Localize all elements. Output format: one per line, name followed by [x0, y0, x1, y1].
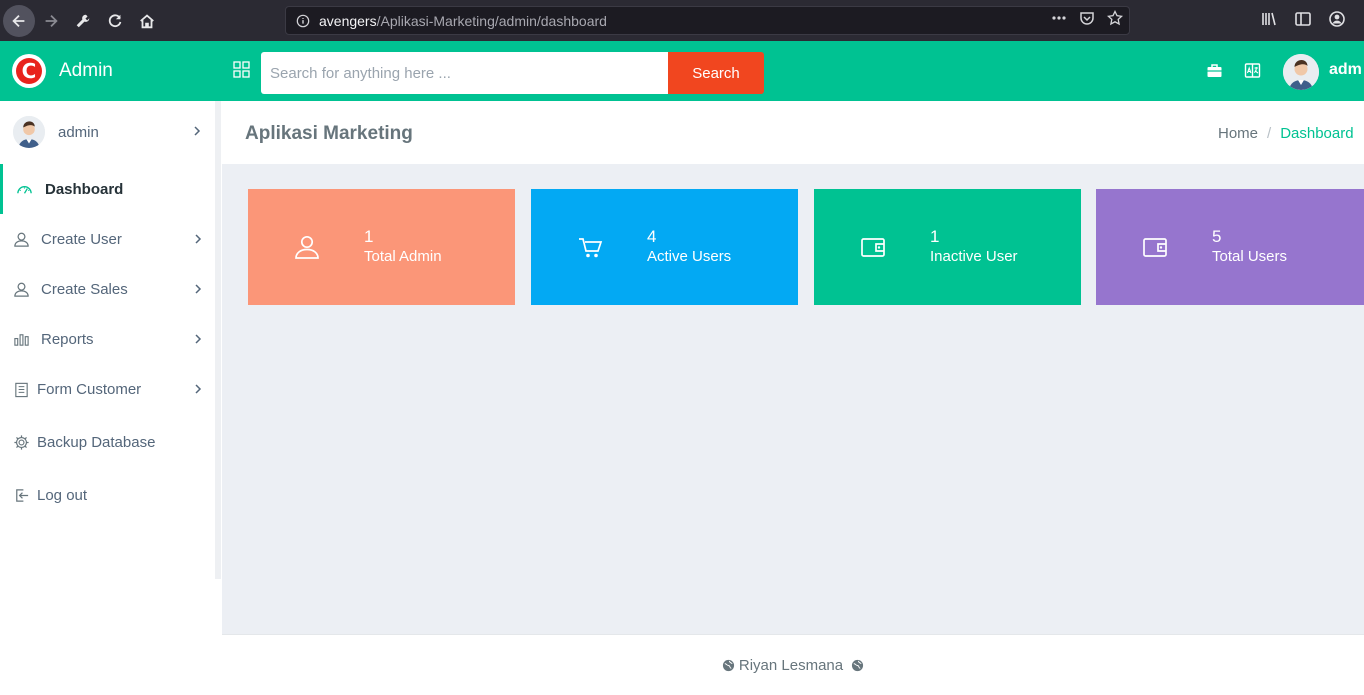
grid-menu-icon[interactable]	[233, 61, 250, 83]
brand-logo-icon: C	[12, 54, 46, 88]
stat-label: Inactive User	[930, 248, 1018, 265]
bar-chart-icon	[13, 330, 31, 348]
sidebar-avatar	[13, 116, 45, 148]
stat-label: Active Users	[647, 248, 732, 265]
stat-label: Total Admin	[364, 248, 442, 265]
more-dots-icon[interactable]	[1051, 10, 1067, 31]
briefcase-icon[interactable]	[1206, 62, 1223, 84]
stat-value: 1	[364, 227, 374, 246]
back-arrow-icon[interactable]	[3, 4, 35, 37]
sidebar-item-label: Backup Database	[37, 433, 156, 451]
sidebar-toggle-icon[interactable]	[1294, 10, 1312, 33]
stat-card-total-users[interactable]: 5 Total Users	[1096, 189, 1364, 305]
stat-label: Total Users	[1212, 248, 1288, 265]
address-bar[interactable]: avengers/Aplikasi-Marketing/admin/dashbo…	[285, 6, 1130, 35]
gauge-icon	[16, 180, 34, 198]
top-user-name[interactable]: adm	[1329, 61, 1362, 79]
footer: Riyan Lesmana	[222, 634, 1364, 695]
browser-toolbar: avengers/Aplikasi-Marketing/admin/dashbo…	[0, 0, 1364, 41]
stat-card-total-admin[interactable]: 1 Total Admin	[248, 189, 515, 305]
url-text[interactable]: avengers/Aplikasi-Marketing/admin/dashbo…	[319, 13, 607, 29]
forward-arrow-icon[interactable]	[35, 5, 67, 37]
sidebar-item-form-customer[interactable]: Form Customer	[0, 369, 215, 409]
stat-value: 4	[647, 227, 657, 246]
chevron-right-icon	[192, 123, 202, 141]
user-icon	[13, 280, 31, 298]
account-icon[interactable]	[1328, 10, 1346, 33]
library-icon[interactable]	[1260, 10, 1278, 33]
url-path: /Aplikasi-Marketing/admin/dashboard	[376, 12, 607, 29]
search-input[interactable]	[261, 52, 668, 94]
clipboard-icon	[13, 380, 31, 398]
page-title: Aplikasi Marketing	[245, 123, 413, 144]
sidebar-user-profile[interactable]: admin	[0, 101, 215, 163]
brand-name: Admin	[59, 60, 113, 81]
sidebar-item-backup-database[interactable]: Backup Database	[0, 422, 215, 462]
sidebar-user-name: admin	[58, 123, 99, 141]
sidebar-item-label: Form Customer	[37, 380, 142, 398]
sidebar-item-label: Create User	[41, 230, 122, 248]
sidebar: admin Dashboard Create User Create Sales…	[0, 101, 222, 695]
top-navbar: C Admin Search adm	[0, 41, 1364, 101]
pocket-icon[interactable]	[1079, 10, 1095, 31]
sidebar-item-create-sales[interactable]: Create Sales	[0, 269, 215, 309]
reload-icon[interactable]	[99, 5, 131, 37]
logout-icon	[13, 486, 31, 504]
sidebar-scrollbar[interactable]	[215, 101, 221, 579]
cart-icon	[576, 233, 606, 263]
sidebar-item-log-out[interactable]: Log out	[0, 475, 215, 515]
user-icon	[293, 233, 323, 263]
globe-icon	[851, 659, 864, 672]
wallet-icon	[1141, 233, 1171, 263]
chevron-right-icon	[193, 331, 203, 348]
stat-card-active-users[interactable]: 4 Active Users	[531, 189, 798, 305]
user-icon	[13, 230, 31, 248]
sidebar-item-create-user[interactable]: Create User	[0, 219, 215, 259]
breadcrumb-separator: /	[1267, 125, 1272, 142]
brand-logo-letter: C	[16, 58, 42, 84]
user-avatar[interactable]	[1283, 54, 1319, 90]
wallet-icon	[859, 233, 889, 263]
breadcrumb-home[interactable]: Home	[1218, 125, 1258, 142]
info-icon[interactable]	[296, 14, 310, 28]
wrench-icon[interactable]	[67, 5, 99, 37]
language-icon[interactable]	[1244, 62, 1261, 84]
sidebar-item-label: Reports	[41, 330, 94, 348]
footer-text: Riyan Lesmana	[738, 656, 844, 674]
chevron-right-icon	[193, 381, 203, 398]
sidebar-item-label: Create Sales	[41, 280, 128, 298]
breadcrumb: Home / Dashboard	[1218, 125, 1354, 142]
sidebar-item-label: Log out	[37, 486, 88, 504]
gear-icon	[13, 433, 31, 451]
home-icon[interactable]	[131, 5, 163, 37]
sidebar-item-label: Dashboard	[45, 180, 124, 198]
bookmark-star-icon[interactable]	[1106, 9, 1124, 31]
chevron-right-icon	[193, 281, 203, 298]
chevron-right-icon	[193, 231, 203, 248]
url-host: avengers	[319, 12, 377, 29]
brand[interactable]: C Admin	[0, 41, 222, 101]
sidebar-item-dashboard[interactable]: Dashboard	[0, 164, 215, 214]
search-button[interactable]: Search	[668, 52, 764, 94]
sidebar-item-reports[interactable]: Reports	[0, 319, 215, 359]
stat-value: 5	[1212, 227, 1222, 246]
page-titlebar: Aplikasi Marketing Home / Dashboard	[222, 101, 1364, 164]
stat-card-inactive-user[interactable]: 1 Inactive User	[814, 189, 1081, 305]
breadcrumb-current: Dashboard	[1280, 125, 1354, 142]
globe-icon	[722, 659, 735, 672]
stat-value: 1	[930, 227, 940, 246]
